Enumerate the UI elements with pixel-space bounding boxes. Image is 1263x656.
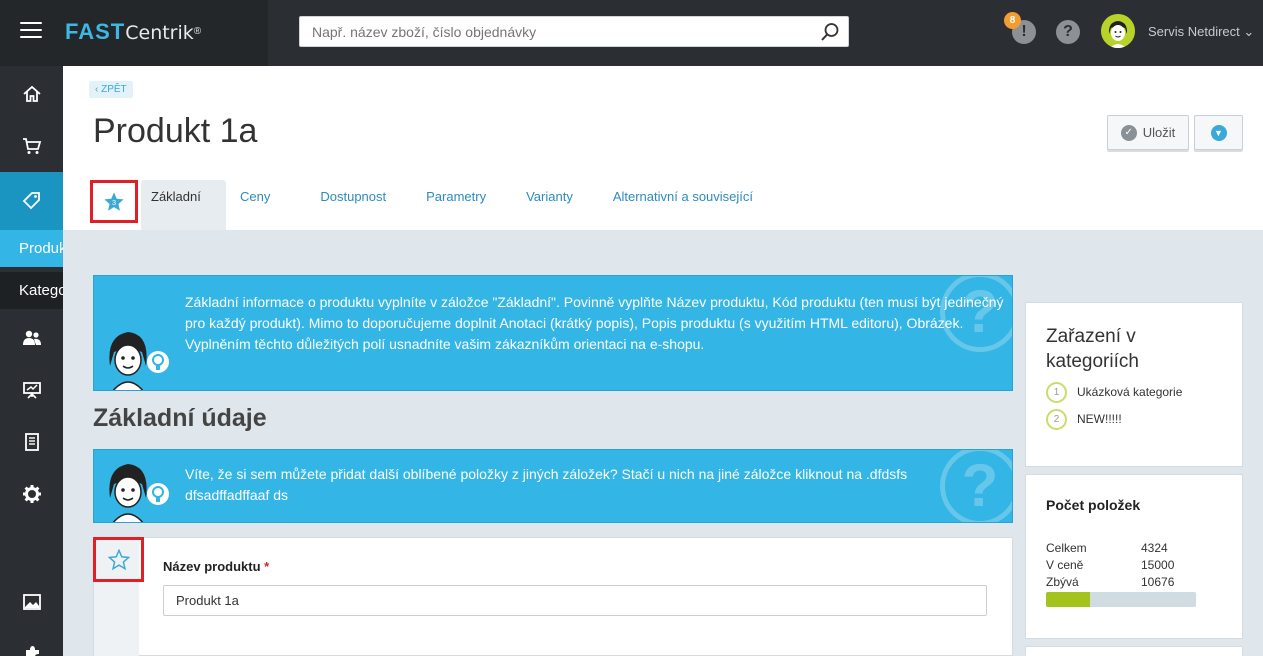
notification-badge: 8 bbox=[1004, 12, 1021, 29]
stat-key: Zbývá bbox=[1046, 575, 1079, 589]
notification-icon[interactable]: ! 8 bbox=[1004, 12, 1036, 44]
sidebar-item-products[interactable] bbox=[0, 172, 63, 230]
category-item[interactable]: 1 Ukázková kategorie bbox=[1046, 381, 1182, 403]
brand-area: FASTCentrik® bbox=[0, 0, 268, 66]
avatar[interactable] bbox=[1101, 14, 1135, 48]
tab-basic[interactable]: Základní bbox=[141, 180, 226, 230]
logo-reg: ® bbox=[193, 26, 202, 37]
category-label: NEW!!!!! bbox=[1077, 412, 1122, 426]
question-icon: ? bbox=[940, 276, 1012, 352]
stat-value: 4324 bbox=[1141, 541, 1168, 555]
product-name-label: Název produktu * bbox=[163, 559, 269, 574]
top-bar: FASTCentrik® ! 8 ? Servis Netdirect ⌄ bbox=[0, 0, 1263, 66]
logo-fast: FAST bbox=[65, 19, 126, 44]
category-number: 1 bbox=[1046, 381, 1067, 403]
star-icon: 3 bbox=[104, 191, 124, 211]
chevron-down-icon: ▼ bbox=[1210, 124, 1227, 141]
info-box-basic: Základní informace o produktu vyplníte v… bbox=[93, 275, 1013, 391]
image-icon bbox=[22, 594, 41, 610]
categories-title: Zařazení v kategoriích bbox=[1046, 326, 1139, 372]
presentation-icon bbox=[22, 382, 41, 399]
category-number: 2 bbox=[1046, 408, 1067, 430]
menu-icon[interactable] bbox=[20, 22, 42, 40]
sidebar-subitem-products[interactable]: Produkty bbox=[0, 230, 63, 267]
sidebar-subitem-categories[interactable]: Kategorie bbox=[0, 272, 63, 309]
question-icon: ? bbox=[940, 450, 1012, 522]
category-label: Ukázková kategorie bbox=[1077, 385, 1183, 399]
chevron-down-icon: ⌄ bbox=[1243, 24, 1255, 39]
save-label: Uložit bbox=[1142, 125, 1176, 140]
mascot-icon bbox=[109, 332, 169, 390]
sidebar-item-home[interactable] bbox=[0, 68, 63, 120]
info-box-favorites: Víte, že si sem můžete přidat další oblí… bbox=[93, 449, 1013, 523]
stat-key: Celkem bbox=[1046, 541, 1087, 555]
stat-value: 10676 bbox=[1141, 575, 1175, 589]
usage-progress-bar bbox=[1046, 592, 1196, 607]
page-title: Produkt 1a bbox=[93, 112, 258, 150]
document-icon bbox=[24, 433, 39, 451]
gear-icon bbox=[22, 485, 41, 503]
help-icon[interactable]: ? bbox=[1056, 20, 1080, 44]
more-actions-button[interactable]: ▼ bbox=[1194, 115, 1243, 150]
usage-progress-fill bbox=[1046, 592, 1090, 607]
sidebar-item-content[interactable] bbox=[0, 416, 63, 468]
search-icon[interactable] bbox=[820, 22, 840, 42]
page-header: ‹ ZPĚT Produkt 1a ✓ Uložit ▼ 3 Základní … bbox=[63, 66, 1263, 230]
stat-key: V ceně bbox=[1046, 558, 1084, 572]
required-marker: * bbox=[264, 559, 270, 574]
sidebar-item-settings[interactable] bbox=[0, 468, 63, 520]
home-icon bbox=[22, 85, 41, 102]
sidebar-item-cart[interactable] bbox=[0, 120, 63, 172]
notification-symbol: ! bbox=[1021, 23, 1027, 40]
stat-row-remaining: Zbývá 10676 bbox=[1046, 575, 1186, 589]
favorites-count: 3 bbox=[112, 198, 116, 207]
info-text-favorites: Víte, že si sem můžete přidat další oblí… bbox=[185, 466, 908, 503]
save-button[interactable]: ✓ Uložit bbox=[1107, 115, 1189, 150]
puzzle-icon bbox=[25, 646, 39, 656]
back-button[interactable]: ‹ ZPĚT bbox=[89, 81, 133, 98]
logo[interactable]: FASTCentrik® bbox=[65, 20, 201, 45]
stat-row-priced: V ceně 15000 bbox=[1046, 558, 1186, 572]
cart-icon bbox=[22, 138, 41, 154]
add-favorite-button[interactable] bbox=[93, 537, 144, 582]
search-input[interactable] bbox=[300, 17, 800, 46]
product-name-label-text: Název produktu bbox=[163, 559, 261, 574]
user-name: Servis Netdirect bbox=[1148, 24, 1240, 39]
tab-variants[interactable]: Varianty bbox=[506, 180, 593, 230]
stat-value: 15000 bbox=[1141, 558, 1175, 572]
tab-parameters[interactable]: Parametry bbox=[406, 180, 506, 230]
next-panel bbox=[1025, 646, 1243, 656]
logo-centrik: Centrik bbox=[125, 22, 194, 44]
tab-availability[interactable]: Dostupnost bbox=[300, 180, 406, 230]
item-count-title: Počet položek bbox=[1046, 497, 1141, 513]
item-count-panel: Počet položek Celkem 4324 V ceně 15000 Z… bbox=[1025, 474, 1243, 639]
section-title: Základní údaje bbox=[93, 404, 267, 432]
favorites-tab[interactable]: 3 bbox=[90, 180, 138, 223]
tag-icon bbox=[22, 192, 40, 210]
user-menu[interactable]: Servis Netdirect ⌄ bbox=[1148, 24, 1254, 40]
sidebar-item-addons[interactable] bbox=[0, 628, 63, 656]
categories-panel: Zařazení v kategoriích 1 Ukázková katego… bbox=[1025, 302, 1243, 467]
search-box bbox=[299, 16, 849, 47]
sidebar-item-marketing[interactable] bbox=[0, 364, 63, 416]
star-outline-icon bbox=[107, 548, 130, 570]
info-text-basic: Základní informace o produktu vyplníte v… bbox=[185, 294, 1004, 352]
users-icon bbox=[22, 330, 41, 345]
product-name-input[interactable] bbox=[163, 585, 987, 616]
check-icon: ✓ bbox=[1120, 124, 1137, 141]
sidebar: Produkty Kategorie bbox=[0, 66, 63, 656]
stat-row-total: Celkem 4324 bbox=[1046, 541, 1186, 555]
sidebar-item-users[interactable] bbox=[0, 312, 63, 364]
sidebar-item-gallery[interactable] bbox=[0, 576, 63, 628]
tab-prices[interactable]: Ceny bbox=[230, 180, 300, 230]
tab-bar: Základní Ceny Dostupnost Parametry Varia… bbox=[141, 180, 773, 230]
tab-related[interactable]: Alternativní a související bbox=[593, 180, 773, 230]
category-item[interactable]: 2 NEW!!!!! bbox=[1046, 408, 1122, 430]
mascot-icon bbox=[109, 464, 169, 522]
